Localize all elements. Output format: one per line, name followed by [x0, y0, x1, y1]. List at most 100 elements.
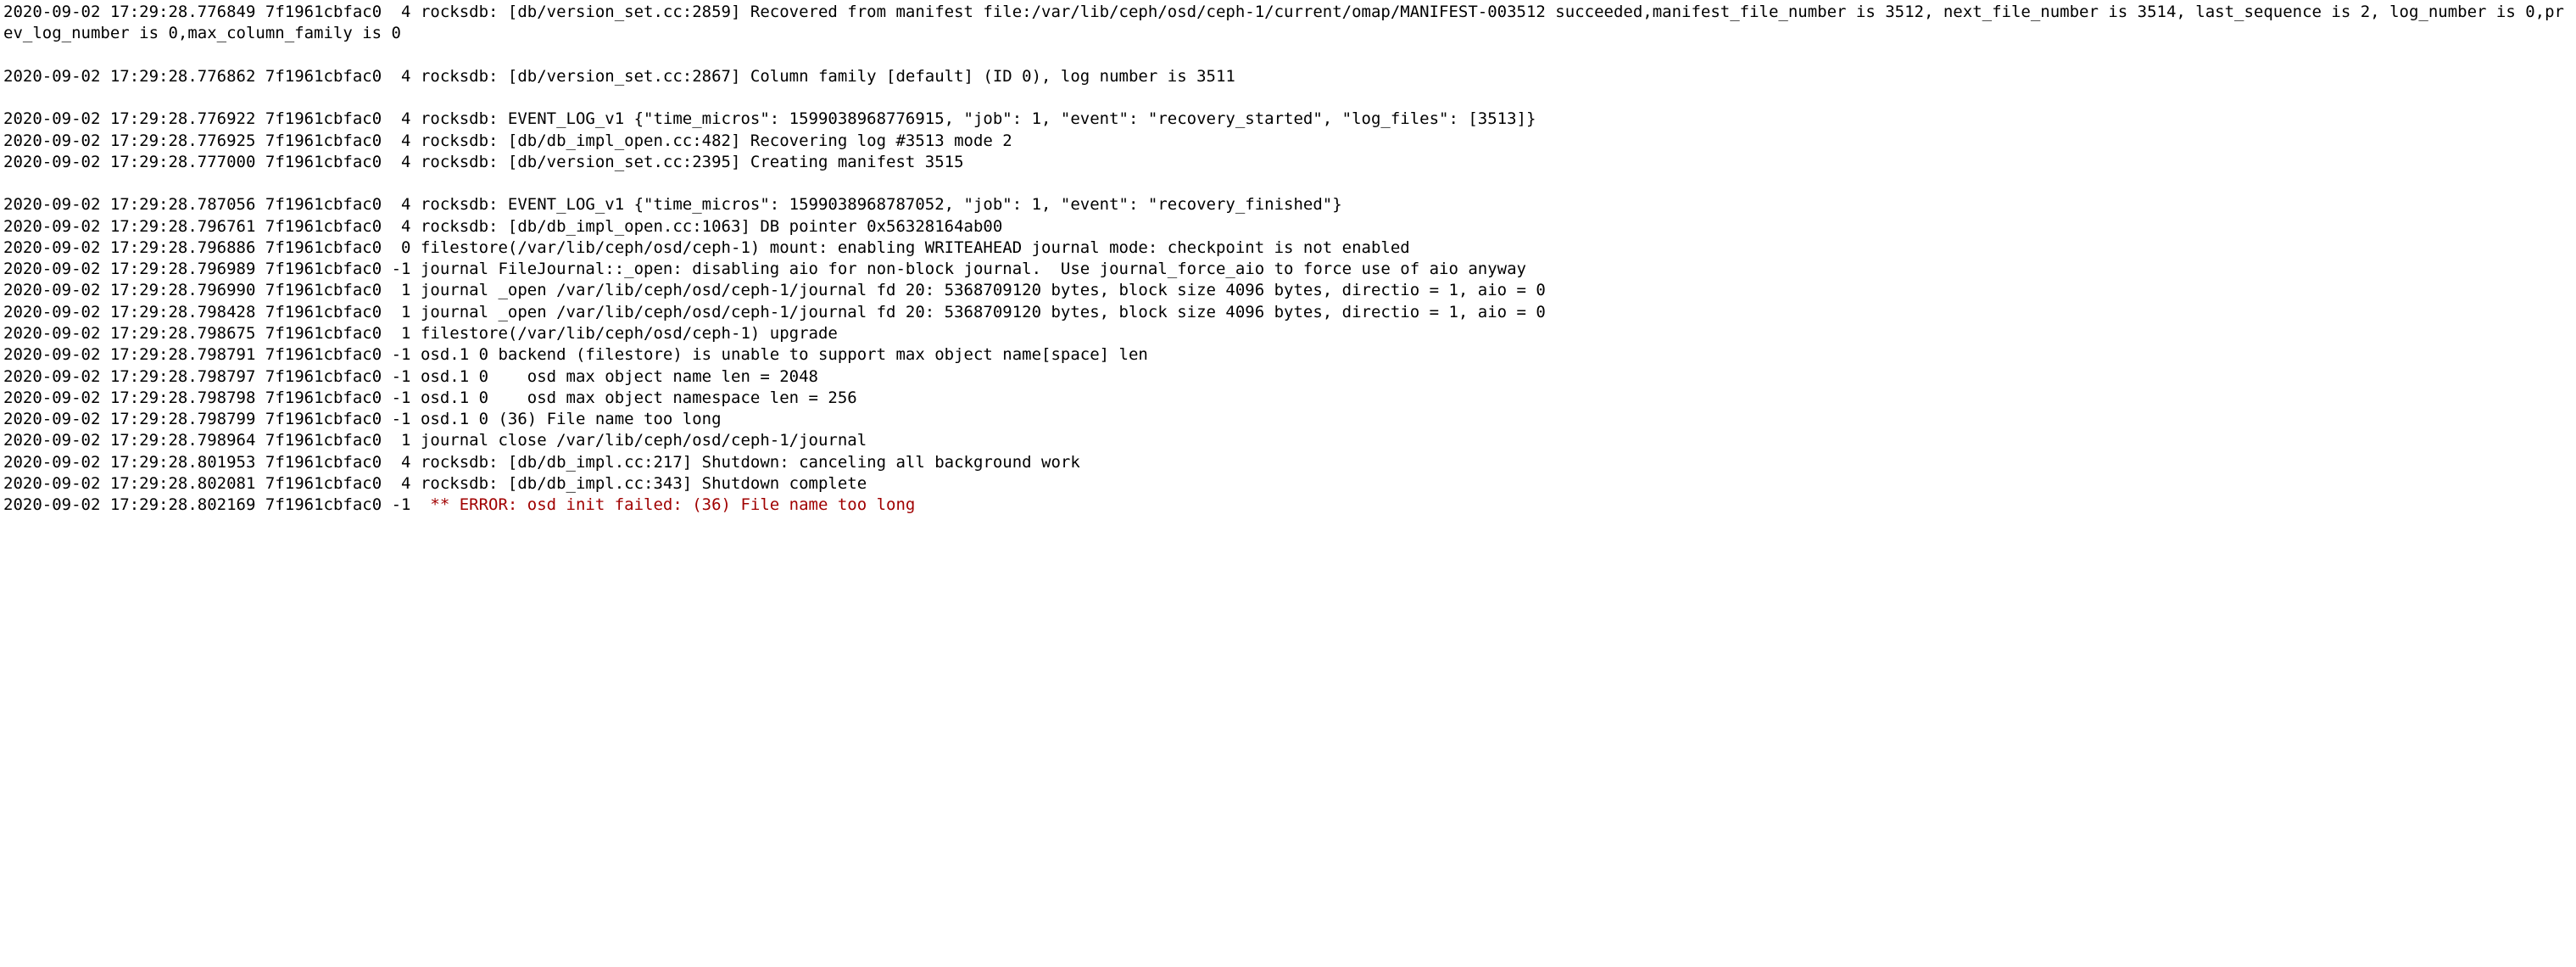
log-level: -1: [392, 345, 411, 364]
log-message: ** ERROR: osd init failed: (36) File nam…: [421, 495, 915, 514]
log-thread: 7f1961cbfac0: [265, 410, 382, 428]
log-level: -1: [392, 260, 411, 278]
log-message: rocksdb: [db/db_impl.cc:343] Shutdown co…: [421, 474, 867, 493]
log-timestamp: 2020-09-02 17:29:28.787056: [3, 195, 255, 214]
terminal-log: 2020-09-02 17:29:28.776849 7f1961cbfac0 …: [0, 0, 2576, 521]
log-timestamp: 2020-09-02 17:29:28.801953: [3, 453, 255, 472]
log-thread: 7f1961cbfac0: [265, 195, 382, 214]
log-line: 2020-09-02 17:29:28.798675 7f1961cbfac0 …: [3, 324, 838, 343]
log-message: osd.1 0 (36) File name too long: [421, 410, 722, 428]
log-line: 2020-09-02 17:29:28.802169 7f1961cbfac0 …: [3, 495, 915, 514]
log-thread: 7f1961cbfac0: [265, 109, 382, 128]
log-line: 2020-09-02 17:29:28.776922 7f1961cbfac0 …: [3, 109, 1536, 128]
log-timestamp: 2020-09-02 17:29:28.798428: [3, 303, 255, 321]
log-message: journal close /var/lib/ceph/osd/ceph-1/j…: [421, 431, 867, 450]
log-message: rocksdb: [db/version_set.cc:2859] Recove…: [3, 3, 2564, 42]
log-message: rocksdb: [db/db_impl.cc:217] Shutdown: c…: [421, 453, 1080, 472]
log-thread: 7f1961cbfac0: [265, 431, 382, 450]
log-message: filestore(/var/lib/ceph/osd/ceph-1) upgr…: [421, 324, 838, 343]
log-line: 2020-09-02 17:29:28.796886 7f1961cbfac0 …: [3, 238, 1410, 257]
log-thread: 7f1961cbfac0: [265, 238, 382, 257]
log-line: 2020-09-02 17:29:28.801953 7f1961cbfac0 …: [3, 453, 1080, 472]
log-thread: 7f1961cbfac0: [265, 67, 382, 86]
log-message: journal FileJournal::_open: disabling ai…: [421, 260, 1526, 278]
log-message: rocksdb: EVENT_LOG_v1 {"time_micros": 15…: [421, 109, 1536, 128]
log-thread: 7f1961cbfac0: [265, 153, 382, 171]
log-level: 1: [392, 324, 411, 343]
log-level: -1: [392, 410, 411, 428]
log-line: 2020-09-02 17:29:28.776862 7f1961cbfac0 …: [3, 67, 1235, 86]
log-timestamp: 2020-09-02 17:29:28.798675: [3, 324, 255, 343]
log-timestamp: 2020-09-02 17:29:28.777000: [3, 153, 255, 171]
log-line: 2020-09-02 17:29:28.796761 7f1961cbfac0 …: [3, 217, 1002, 236]
log-timestamp: 2020-09-02 17:29:28.802081: [3, 474, 255, 493]
log-timestamp: 2020-09-02 17:29:28.776862: [3, 67, 255, 86]
log-line: 2020-09-02 17:29:28.798428 7f1961cbfac0 …: [3, 303, 1546, 321]
log-message: journal _open /var/lib/ceph/osd/ceph-1/j…: [421, 303, 1546, 321]
log-thread: 7f1961cbfac0: [265, 474, 382, 493]
log-line: 2020-09-02 17:29:28.777000 7f1961cbfac0 …: [3, 153, 964, 171]
log-level: 1: [392, 281, 411, 299]
log-thread: 7f1961cbfac0: [265, 131, 382, 150]
log-thread: 7f1961cbfac0: [265, 281, 382, 299]
log-timestamp: 2020-09-02 17:29:28.796990: [3, 281, 255, 299]
log-thread: 7f1961cbfac0: [265, 303, 382, 321]
log-message: osd.1 0 osd max object namespace len = 2…: [421, 388, 857, 407]
log-line: 2020-09-02 17:29:28.776849 7f1961cbfac0 …: [3, 3, 2564, 42]
log-line: 2020-09-02 17:29:28.798964 7f1961cbfac0 …: [3, 431, 867, 450]
log-timestamp: 2020-09-02 17:29:28.798799: [3, 410, 255, 428]
log-timestamp: 2020-09-02 17:29:28.802169: [3, 495, 255, 514]
log-line: 2020-09-02 17:29:28.776925 7f1961cbfac0 …: [3, 131, 1012, 150]
log-thread: 7f1961cbfac0: [265, 345, 382, 364]
log-thread: 7f1961cbfac0: [265, 217, 382, 236]
log-message: filestore(/var/lib/ceph/osd/ceph-1) moun…: [421, 238, 1410, 257]
log-timestamp: 2020-09-02 17:29:28.798798: [3, 388, 255, 407]
log-line: 2020-09-02 17:29:28.798791 7f1961cbfac0 …: [3, 345, 1148, 364]
log-thread: 7f1961cbfac0: [265, 324, 382, 343]
log-level: 4: [392, 67, 411, 86]
log-level: -1: [392, 388, 411, 407]
log-message: rocksdb: [db/db_impl_open.cc:1063] DB po…: [421, 217, 1002, 236]
log-level: 4: [392, 3, 411, 21]
log-timestamp: 2020-09-02 17:29:28.796989: [3, 260, 255, 278]
log-thread: 7f1961cbfac0: [265, 495, 382, 514]
log-thread: 7f1961cbfac0: [265, 260, 382, 278]
log-level: 4: [392, 109, 411, 128]
log-level: 4: [392, 131, 411, 150]
log-message: rocksdb: [db/version_set.cc:2867] Column…: [421, 67, 1235, 86]
log-thread: 7f1961cbfac0: [265, 388, 382, 407]
log-line: 2020-09-02 17:29:28.796989 7f1961cbfac0 …: [3, 260, 1526, 278]
log-line: 2020-09-02 17:29:28.798797 7f1961cbfac0 …: [3, 367, 818, 386]
log-timestamp: 2020-09-02 17:29:28.798797: [3, 367, 255, 386]
log-level: 4: [392, 153, 411, 171]
log-timestamp: 2020-09-02 17:29:28.796761: [3, 217, 255, 236]
log-thread: 7f1961cbfac0: [265, 453, 382, 472]
log-timestamp: 2020-09-02 17:29:28.798964: [3, 431, 255, 450]
log-level: 1: [392, 303, 411, 321]
log-timestamp: 2020-09-02 17:29:28.776922: [3, 109, 255, 128]
log-message: osd.1 0 osd max object name len = 2048: [421, 367, 818, 386]
log-message: journal _open /var/lib/ceph/osd/ceph-1/j…: [421, 281, 1546, 299]
log-timestamp: 2020-09-02 17:29:28.776925: [3, 131, 255, 150]
log-timestamp: 2020-09-02 17:29:28.776849: [3, 3, 255, 21]
log-level: 4: [392, 195, 411, 214]
log-message: rocksdb: [db/version_set.cc:2395] Creati…: [421, 153, 964, 171]
log-line: 2020-09-02 17:29:28.796990 7f1961cbfac0 …: [3, 281, 1546, 299]
log-message: osd.1 0 backend (filestore) is unable to…: [421, 345, 1148, 364]
log-level: 1: [392, 431, 411, 450]
log-message: rocksdb: EVENT_LOG_v1 {"time_micros": 15…: [421, 195, 1342, 214]
log-timestamp: 2020-09-02 17:29:28.796886: [3, 238, 255, 257]
log-level: -1: [392, 495, 411, 514]
log-timestamp: 2020-09-02 17:29:28.798791: [3, 345, 255, 364]
log-line: 2020-09-02 17:29:28.787056 7f1961cbfac0 …: [3, 195, 1342, 214]
log-line: 2020-09-02 17:29:28.802081 7f1961cbfac0 …: [3, 474, 867, 493]
log-level: 4: [392, 453, 411, 472]
log-line: 2020-09-02 17:29:28.798798 7f1961cbfac0 …: [3, 388, 857, 407]
log-level: 4: [392, 217, 411, 236]
log-line: 2020-09-02 17:29:28.798799 7f1961cbfac0 …: [3, 410, 722, 428]
log-level: 0: [392, 238, 411, 257]
log-level: 4: [392, 474, 411, 493]
log-thread: 7f1961cbfac0: [265, 3, 382, 21]
log-level: -1: [392, 367, 411, 386]
log-message: rocksdb: [db/db_impl_open.cc:482] Recove…: [421, 131, 1012, 150]
